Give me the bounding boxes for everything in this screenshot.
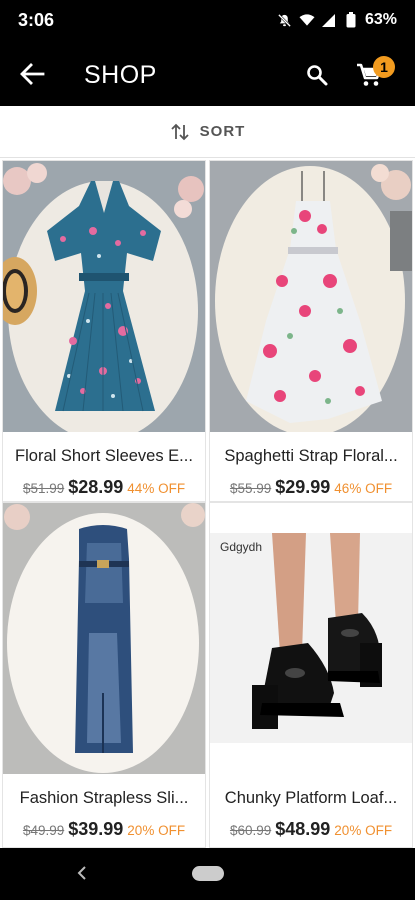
original-price: $49.99 <box>22 823 65 838</box>
product-image <box>3 161 205 432</box>
chevron-left-icon <box>77 866 86 880</box>
product-image <box>3 503 205 774</box>
search-button[interactable] <box>300 58 334 92</box>
product-name: Chunky Platform Loaf... <box>224 789 398 807</box>
battery-icon <box>343 12 359 28</box>
cart-count-badge: 1 <box>373 56 395 78</box>
sale-price: $29.99 <box>275 477 331 497</box>
sale-price: $28.99 <box>68 477 124 497</box>
product-name: Fashion Strapless Sli... <box>19 789 189 807</box>
original-price: $60.99 <box>229 823 272 838</box>
original-price: $51.99 <box>22 481 65 496</box>
status-icons: 63% <box>277 11 397 29</box>
wifi-icon <box>299 12 315 28</box>
sale-price: $39.99 <box>68 819 124 839</box>
product-prices: $55.99 $29.99 46% OFF <box>210 477 412 498</box>
status-time: 3:06 <box>18 10 55 30</box>
app-bar: SHOP 1 <box>0 42 415 106</box>
discount-label: 20% OFF <box>127 823 186 838</box>
cart-button[interactable]: 1 <box>352 56 395 94</box>
product-image: Gdgydh <box>210 503 412 774</box>
product-prices: $49.99 $39.99 20% OFF <box>3 819 205 840</box>
mute-icon <box>277 12 293 28</box>
page-title: SHOP <box>84 61 157 89</box>
product-card[interactable]: Fashion Strapless Sli... $49.99 $39.99 20%… <box>2 502 206 848</box>
back-button[interactable] <box>14 58 50 90</box>
sort-button[interactable]: SORT <box>0 106 415 158</box>
search-icon <box>307 65 328 86</box>
system-nav-bar <box>0 848 415 900</box>
back-arrow-icon <box>20 63 45 85</box>
discount-label: 46% OFF <box>334 481 393 496</box>
sale-price: $48.99 <box>275 819 331 839</box>
product-card[interactable]: Floral Short Sleeves E... $51.99 $28.99 44… <box>2 160 206 502</box>
shoe-brand-text: Gdgydh <box>220 540 262 554</box>
product-name: Spaghetti Strap Floral... <box>224 447 398 465</box>
product-image <box>210 161 412 432</box>
discount-label: 44% OFF <box>127 481 186 496</box>
signal-icon <box>321 12 337 28</box>
battery-percent: 63% <box>364 11 397 28</box>
system-back-button[interactable] <box>72 862 92 884</box>
product-prices: $51.99 $28.99 44% OFF <box>3 477 205 498</box>
discount-label: 20% OFF <box>334 823 393 838</box>
product-grid: Floral Short Sleeves E... $51.99 $28.99 44… <box>0 158 415 848</box>
product-prices: $60.99 $48.99 20% OFF <box>210 819 412 840</box>
status-bar: 3:06 63% <box>0 0 415 42</box>
sort-icon <box>171 123 189 140</box>
product-name: Floral Short Sleeves E... <box>15 447 193 465</box>
system-home-button[interactable] <box>192 866 224 881</box>
product-card[interactable]: Gdgydh Chunky Platform Loaf... $60.99 $48… <box>209 502 413 848</box>
product-card[interactable]: Spaghetti Strap Floral... $55.99 $29.99 46… <box>209 160 413 502</box>
sort-label: SORT <box>199 123 246 140</box>
original-price: $55.99 <box>229 481 272 496</box>
